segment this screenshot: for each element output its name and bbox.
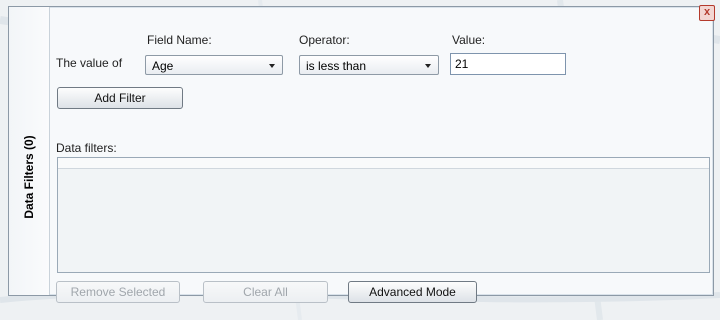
the-value-of-label: The value of — [56, 56, 123, 70]
field-name-label: Field Name: — [147, 33, 212, 47]
data-filters-label: Data filters: — [56, 141, 117, 155]
remove-selected-button[interactable]: Remove Selected — [56, 281, 180, 303]
field-name-select[interactable]: Age — [145, 55, 283, 75]
value-input-text: 21 — [455, 57, 469, 71]
clear-all-button[interactable]: Clear All — [203, 281, 328, 303]
side-tab-label: Data Filters (0) — [22, 135, 36, 219]
operator-value: is less than — [306, 59, 367, 73]
chevron-down-icon — [425, 64, 431, 68]
data-filters-panel: x Data Filters (0) Field Name: Operator:… — [8, 5, 715, 303]
field-name-value: Age — [152, 59, 174, 73]
close-icon[interactable]: x — [704, 6, 710, 18]
value-label: Value: — [452, 33, 486, 47]
value-input[interactable]: 21 — [450, 53, 566, 75]
data-filters-list[interactable] — [57, 157, 710, 273]
advanced-mode-button[interactable]: Advanced Mode — [348, 281, 477, 303]
data-filters-list-header — [58, 158, 709, 169]
chevron-down-icon — [269, 64, 275, 68]
side-tab[interactable]: Data Filters (0) — [9, 7, 50, 295]
operator-label: Operator: — [299, 33, 350, 47]
operator-select[interactable]: is less than — [299, 55, 439, 75]
close-button[interactable]: x — [699, 5, 715, 21]
add-filter-button[interactable]: Add Filter — [57, 87, 183, 109]
